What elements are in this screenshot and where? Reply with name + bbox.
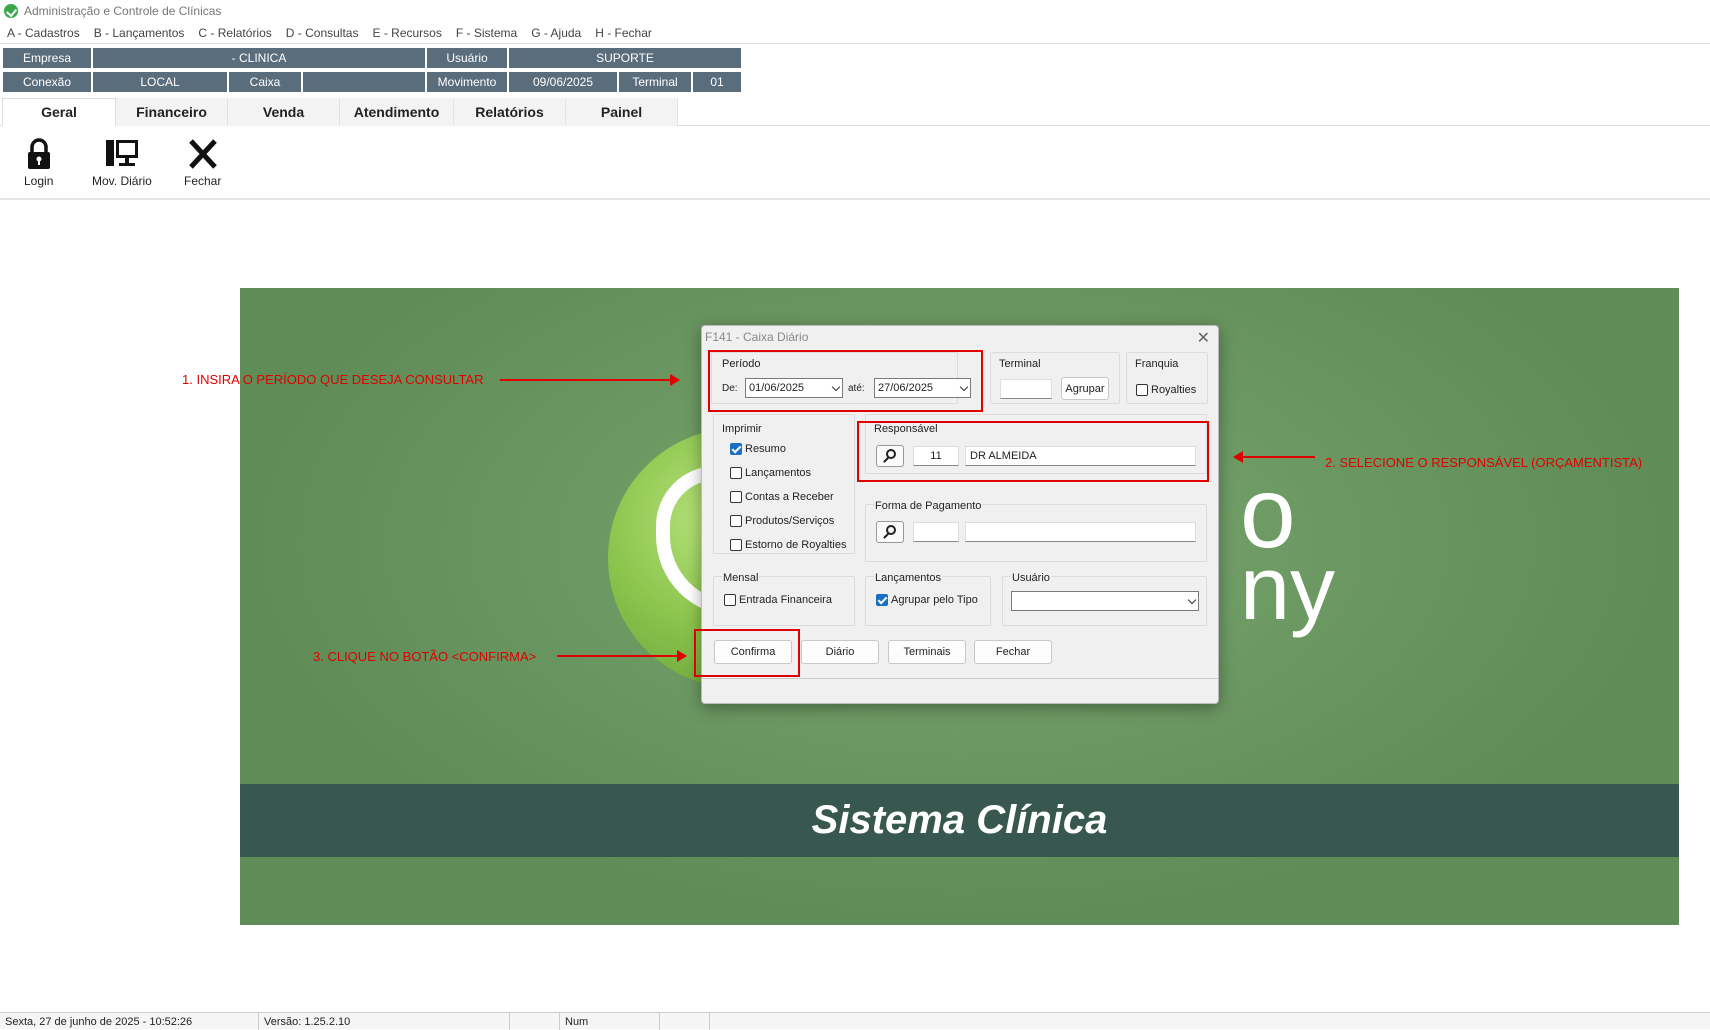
brand-logo-text-2: ny	[1240, 539, 1336, 639]
status-empty	[510, 1013, 560, 1030]
menu-ajuda[interactable]: G - Ajuda	[531, 26, 581, 40]
chevron-down-icon	[1187, 595, 1197, 605]
fechar-dialog-button[interactable]: Fechar	[974, 640, 1052, 664]
resumo-checkbox[interactable]: Resumo	[730, 443, 786, 455]
fechar-ribbon-label: Fechar	[184, 174, 222, 188]
tab-painel[interactable]: Painel	[566, 98, 678, 126]
ribbon-toolbar: Login Mov. Diário Fechar	[0, 126, 1710, 200]
ribbon-tabs: Geral Financeiro Venda Atendimento Relat…	[0, 98, 1710, 126]
estorno-royalties-label: Estorno de Royalties	[745, 539, 847, 551]
mensal-label: Mensal	[722, 572, 760, 584]
empresa-label: Empresa	[2, 47, 92, 69]
fechar-ribbon-button[interactable]: Fechar	[184, 138, 221, 188]
resumo-label: Resumo	[745, 443, 786, 455]
conexao-label: Conexão	[2, 71, 92, 93]
mov-diario-label: Mov. Diário	[92, 174, 152, 188]
terminal-label: Terminal	[618, 71, 692, 93]
royalties-label: Royalties	[1151, 384, 1197, 396]
annotation-step-2: 2. SELECIONE O RESPONSÁVEL (ORÇAMENTISTA…	[1325, 455, 1643, 470]
lancamentos-label: Lançamentos	[745, 467, 812, 479]
terminais-button[interactable]: Terminais	[888, 640, 966, 664]
movimento-value: 09/06/2025	[508, 71, 618, 93]
estorno-royalties-checkbox[interactable]: Estorno de Royalties	[730, 539, 847, 551]
agrupar-tipo-checkbox[interactable]: Agrupar pelo Tipo	[876, 594, 978, 606]
login-label: Login	[24, 174, 54, 188]
terminal-input[interactable]	[1000, 379, 1052, 399]
lancamentos-checkbox[interactable]: Lançamentos	[730, 467, 811, 479]
banner-title: Sistema Clínica	[811, 798, 1108, 842]
dialog-close-icon[interactable]: ✕	[1197, 328, 1210, 348]
caixa-label: Caixa	[228, 71, 302, 93]
menu-consultas[interactable]: D - Consultas	[286, 26, 359, 40]
royalties-checkbox[interactable]: Royalties	[1136, 384, 1196, 396]
arrow-right-icon	[557, 650, 687, 662]
lock-icon	[27, 138, 50, 169]
menu-relatorios[interactable]: C - Relatórios	[198, 26, 271, 40]
status-version: Versão: 1.25.2.10	[259, 1013, 510, 1030]
produtos-servicos-checkbox[interactable]: Produtos/Serviços	[730, 515, 834, 527]
imprimir-group	[713, 414, 855, 554]
tab-financeiro[interactable]: Financeiro	[116, 98, 228, 126]
forma-pagamento-code-input[interactable]	[913, 522, 959, 542]
menu-cadastros[interactable]: A - Cadastros	[7, 26, 80, 40]
entrada-financeira-label: Entrada Financeira	[739, 594, 832, 606]
dialog-divider	[702, 678, 1218, 679]
conexao-value: LOCAL	[92, 71, 228, 93]
status-empty-2	[660, 1013, 710, 1030]
dialog-title: F141 - Caixa Diário	[705, 330, 809, 344]
menu-lancamentos[interactable]: B - Lançamentos	[94, 26, 185, 40]
franquia-label: Franquia	[1135, 358, 1179, 370]
annotation-step-1: 1. INSIRA O PERÍODO QUE DESEJA CONSULTAR	[182, 372, 484, 387]
annotation-box-confirma	[694, 629, 800, 677]
menu-bar: A - Cadastros B - Lançamentos C - Relató…	[0, 22, 1710, 44]
annotation-step-3: 3. CLIQUE NO BOTÃO <CONFIRMA>	[313, 649, 537, 664]
login-button[interactable]: Login	[24, 138, 53, 188]
terminal-value: 01	[692, 71, 742, 93]
caixa-value	[302, 71, 426, 93]
produtos-servicos-label: Produtos/Serviços	[745, 515, 835, 527]
window-title: Administração e Controle de Clínicas	[24, 4, 222, 18]
terminal-group-label: Terminal	[999, 358, 1041, 370]
annotation-box-responsavel	[857, 421, 1209, 482]
status-datetime: Sexta, 27 de junho de 2025 - 10:52:26	[0, 1013, 259, 1030]
annotation-box-periodo	[708, 350, 983, 412]
arrow-right-icon	[500, 374, 680, 386]
entrada-financeira-checkbox[interactable]: Entrada Financeira	[724, 594, 832, 606]
tab-geral[interactable]: Geral	[2, 98, 116, 126]
app-logo-icon	[4, 4, 18, 18]
close-icon	[188, 139, 217, 169]
menu-fechar[interactable]: H - Fechar	[595, 26, 652, 40]
usuario-label: Usuário	[426, 47, 508, 69]
contas-receber-label: Contas a Receber	[745, 491, 834, 503]
banner-band: Sistema Clínica	[240, 784, 1679, 857]
tab-relatorios[interactable]: Relatórios	[454, 98, 566, 126]
status-num: Num	[560, 1013, 660, 1030]
agrupar-button[interactable]: Agrupar	[1061, 377, 1109, 400]
forma-pagamento-name-input[interactable]	[965, 522, 1196, 542]
movimento-label: Movimento	[426, 71, 508, 93]
diario-button[interactable]: Diário	[801, 640, 879, 664]
status-bar: Sexta, 27 de junho de 2025 - 10:52:26 Ve…	[0, 1012, 1710, 1030]
menu-recursos[interactable]: E - Recursos	[372, 26, 441, 40]
tab-atendimento[interactable]: Atendimento	[340, 98, 454, 126]
forma-pagamento-search-button[interactable]	[876, 521, 904, 543]
menu-sistema[interactable]: F - Sistema	[456, 26, 517, 40]
forma-pagamento-label: Forma de Pagamento	[874, 500, 983, 512]
agrupar-tipo-label: Agrupar pelo Tipo	[891, 594, 978, 606]
lancamentos-group-label: Lançamentos	[874, 572, 943, 584]
usuario-select[interactable]	[1011, 591, 1199, 611]
tab-venda[interactable]: Venda	[228, 98, 340, 126]
monitor-icon	[105, 140, 138, 166]
mov-diario-button[interactable]: Mov. Diário	[92, 138, 152, 188]
empresa-value: - CLINICA	[92, 47, 426, 69]
window-titlebar: Administração e Controle de Clínicas	[0, 0, 1710, 22]
usuario-value: SUPORTE	[508, 47, 742, 69]
arrow-left-icon	[1233, 451, 1315, 463]
imprimir-label: Imprimir	[722, 423, 762, 435]
contas-receber-checkbox[interactable]: Contas a Receber	[730, 491, 834, 503]
usuario-group-label: Usuário	[1011, 572, 1051, 584]
